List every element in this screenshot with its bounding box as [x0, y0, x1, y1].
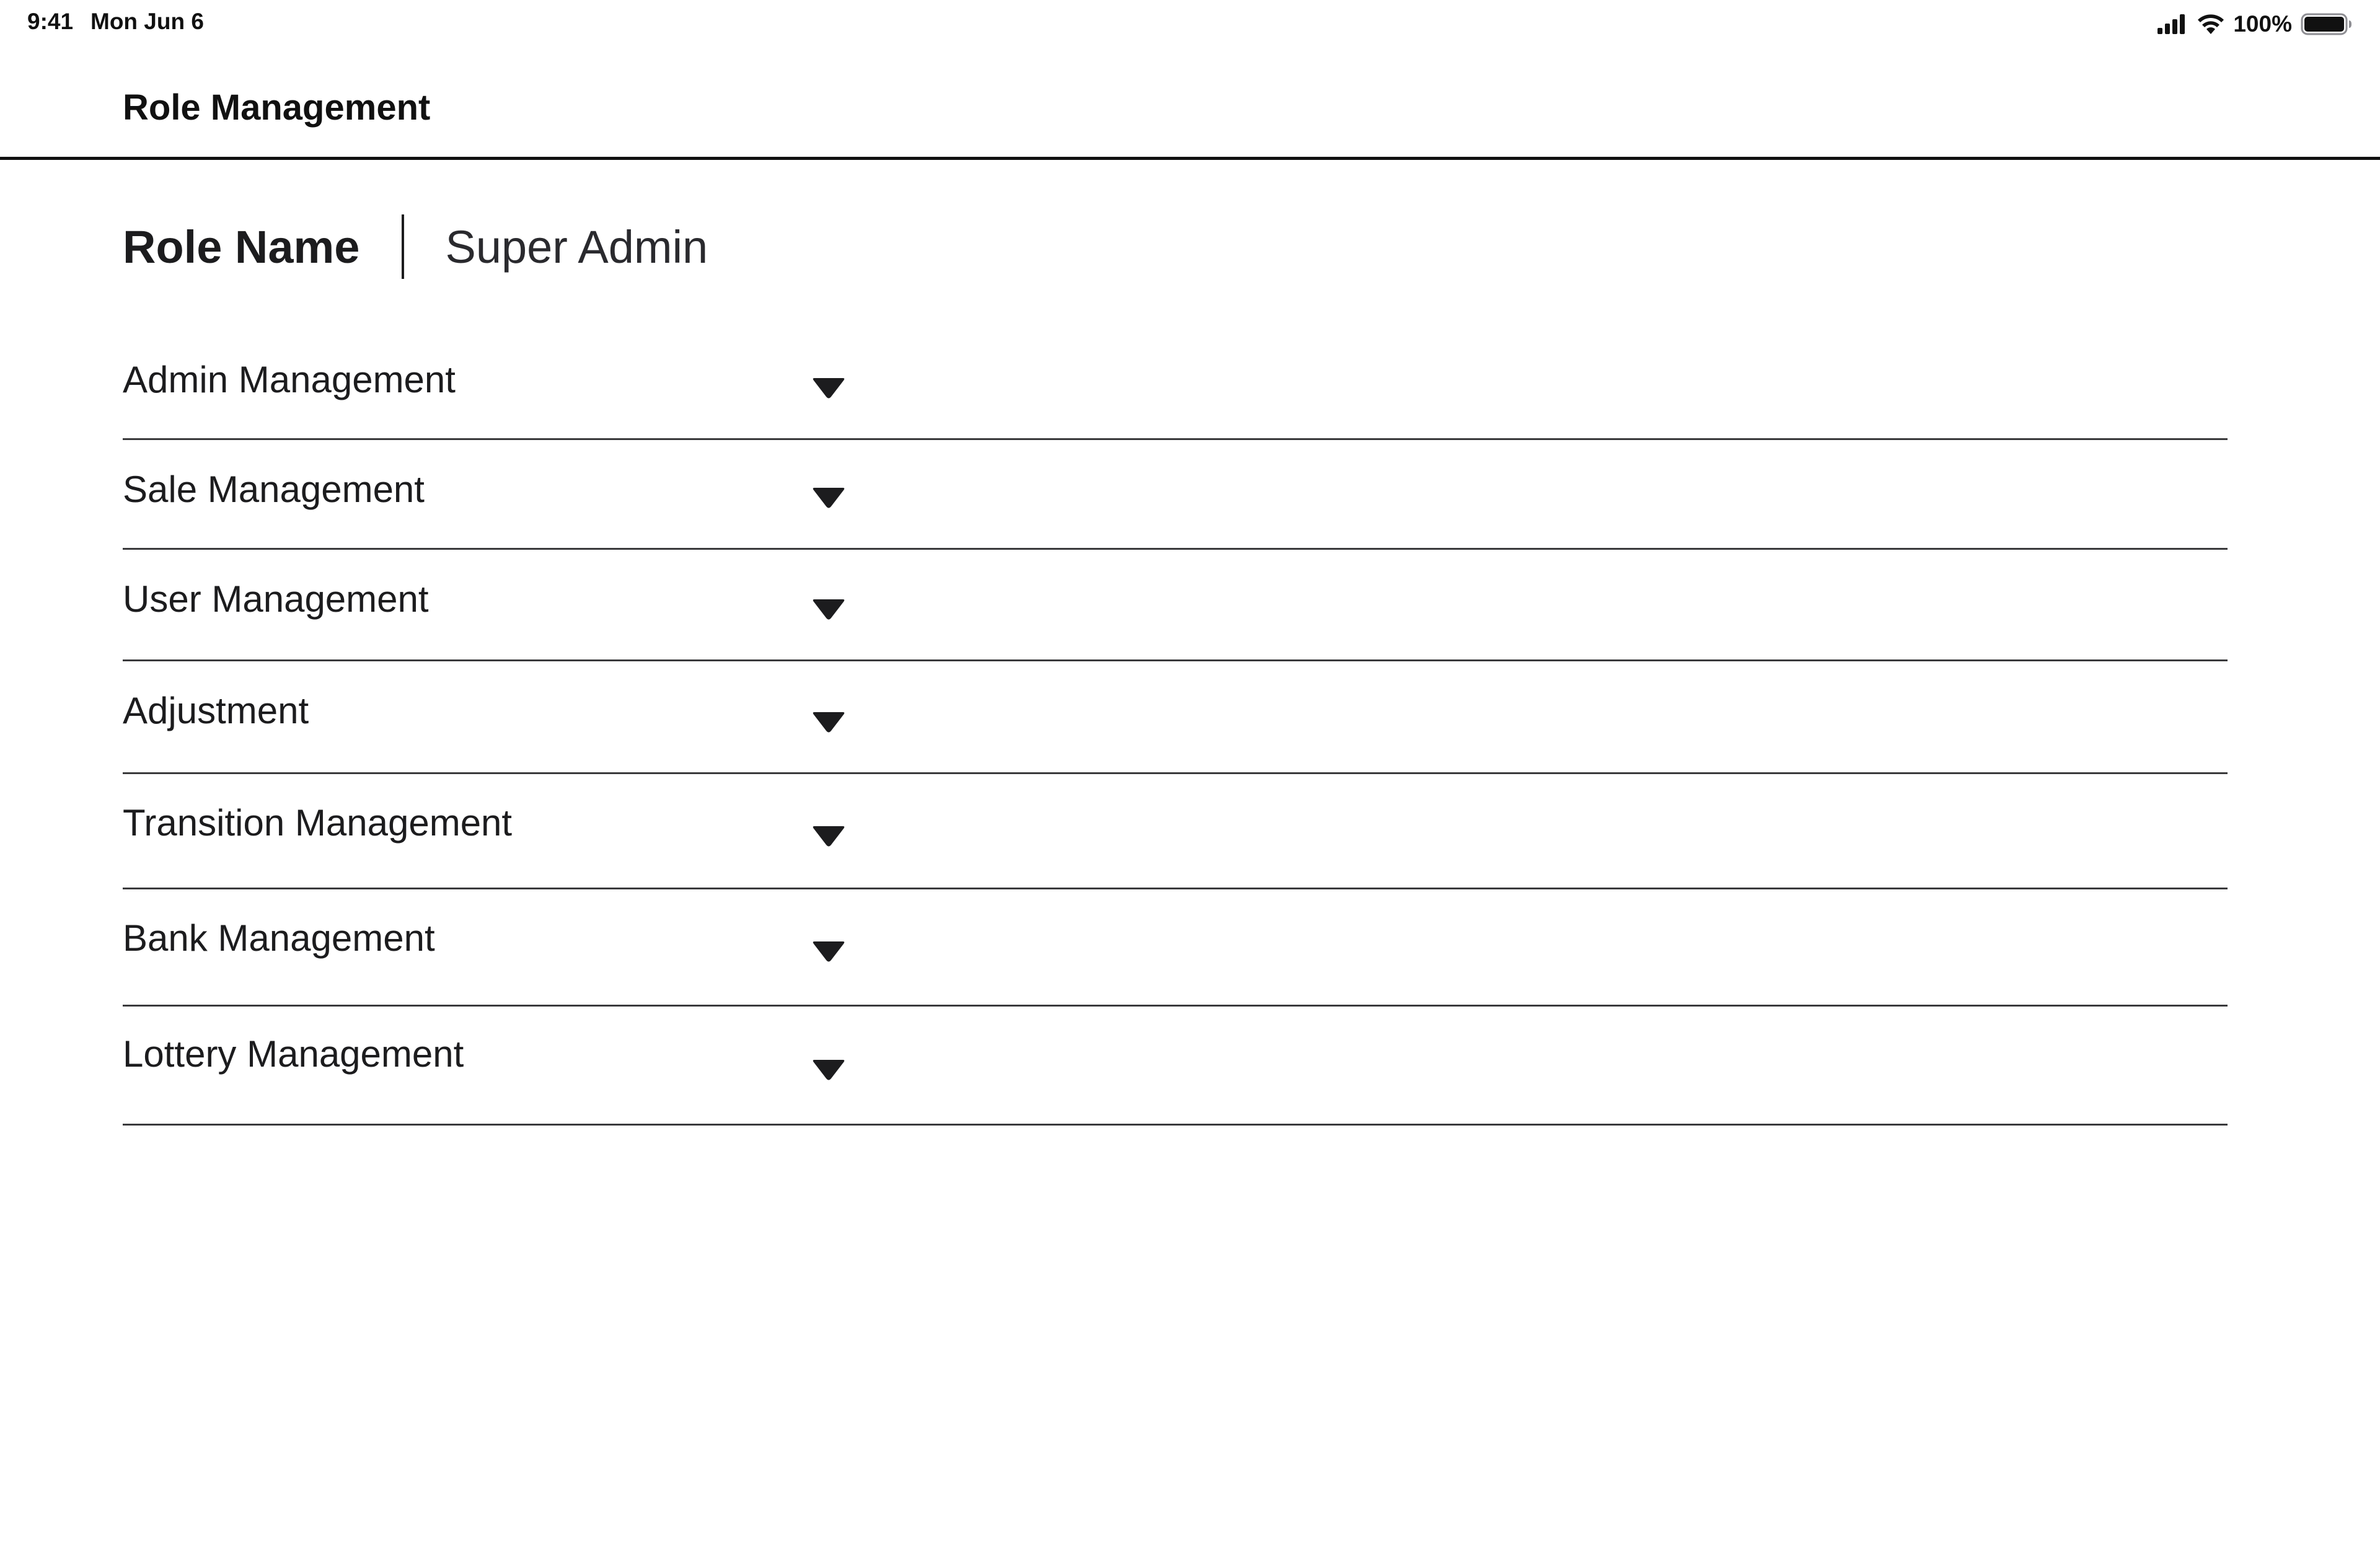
- chevron-down-icon[interactable]: [811, 374, 847, 402]
- permission-item-transition-management[interactable]: Transition Management: [123, 774, 2228, 889]
- permission-item-lottery-management[interactable]: Lottery Management: [123, 1007, 2228, 1126]
- permission-label: Sale Management: [123, 469, 425, 510]
- permission-list: Admin Management Sale Management User Ma…: [123, 327, 2228, 1126]
- permission-item-admin-management[interactable]: Admin Management: [123, 327, 2228, 440]
- header: Role Management: [0, 50, 2380, 160]
- battery-icon: [2301, 13, 2351, 35]
- chevron-down-icon[interactable]: [811, 1056, 847, 1083]
- status-date: Mon Jun 6: [90, 9, 204, 34]
- permission-item-adjustment[interactable]: Adjustment: [123, 661, 2228, 774]
- permission-label: Admin Management: [123, 359, 456, 400]
- role-management-screen: 9:41 Mon Jun 6 100% Role Management Role…: [0, 0, 2380, 1547]
- signal-icon: [2157, 14, 2185, 34]
- page-title: Role Management: [123, 87, 431, 128]
- permission-label: Transition Management: [123, 802, 513, 844]
- permission-label: Bank Management: [123, 917, 435, 959]
- chevron-down-icon[interactable]: [811, 596, 847, 623]
- status-time: 9:41: [27, 9, 74, 34]
- status-bar: 9:41 Mon Jun 6 100%: [0, 0, 2380, 50]
- chevron-down-icon[interactable]: [811, 484, 847, 511]
- permission-item-sale-management[interactable]: Sale Management: [123, 440, 2228, 550]
- role-name-divider: [402, 214, 405, 279]
- chevron-down-icon[interactable]: [811, 708, 847, 736]
- chevron-down-icon[interactable]: [811, 822, 847, 850]
- permission-label: Adjustment: [123, 690, 309, 731]
- permission-label: Lottery Management: [123, 1033, 464, 1075]
- role-name-label: Role Name: [123, 221, 360, 273]
- wifi-icon: [2198, 14, 2224, 34]
- role-name-row: Role Name Super Admin: [123, 213, 708, 280]
- status-indicators: 100%: [2156, 9, 2353, 40]
- role-name-value[interactable]: Super Admin: [445, 221, 708, 273]
- permission-item-user-management[interactable]: User Management: [123, 550, 2228, 661]
- permission-item-bank-management[interactable]: Bank Management: [123, 889, 2228, 1007]
- chevron-down-icon[interactable]: [811, 938, 847, 965]
- battery-percentage: 100%: [2233, 11, 2292, 37]
- permission-label: User Management: [123, 578, 429, 620]
